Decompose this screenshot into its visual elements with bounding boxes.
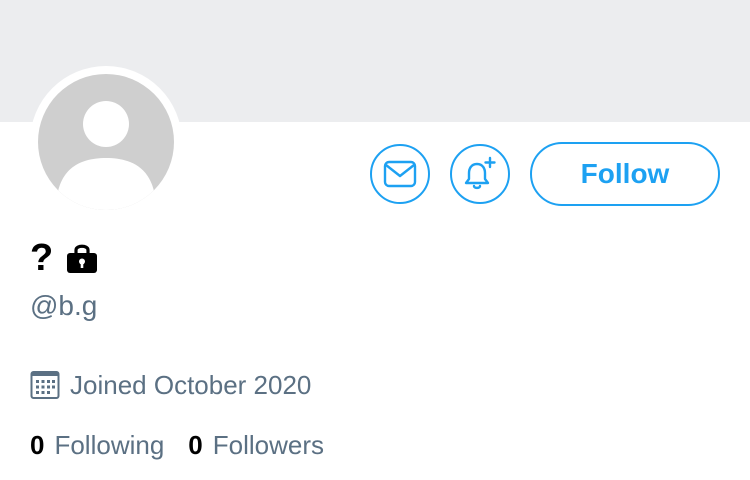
calendar-icon <box>30 371 60 399</box>
lock-icon <box>65 242 99 274</box>
following-count: 0 <box>30 429 45 460</box>
joined-date-row: Joined October 2020 <box>30 368 311 402</box>
following-label: Following <box>54 429 165 460</box>
joined-date: Joined October 2020 <box>70 369 312 400</box>
profile-handle: @b.g <box>30 290 98 321</box>
profile-name-row: ? <box>30 238 99 278</box>
follow-stats: 0 Following 0 Followers <box>30 428 348 462</box>
bell-plus-icon <box>464 156 496 190</box>
follow-button[interactable]: Follow <box>530 142 720 206</box>
mail-icon <box>383 160 417 188</box>
followers-count: 0 <box>188 429 203 460</box>
followers-label: Followers <box>212 429 325 460</box>
profile-actions: Follow <box>370 142 720 206</box>
following-link[interactable]: 0 Following <box>30 430 164 461</box>
default-avatar-icon <box>56 101 156 210</box>
avatar[interactable] <box>38 74 174 210</box>
display-name: ? <box>30 237 54 279</box>
avatar-container[interactable] <box>30 66 182 218</box>
message-button[interactable] <box>370 144 430 204</box>
notifications-button[interactable] <box>450 144 510 204</box>
followers-link[interactable]: 0 Followers <box>188 430 324 461</box>
